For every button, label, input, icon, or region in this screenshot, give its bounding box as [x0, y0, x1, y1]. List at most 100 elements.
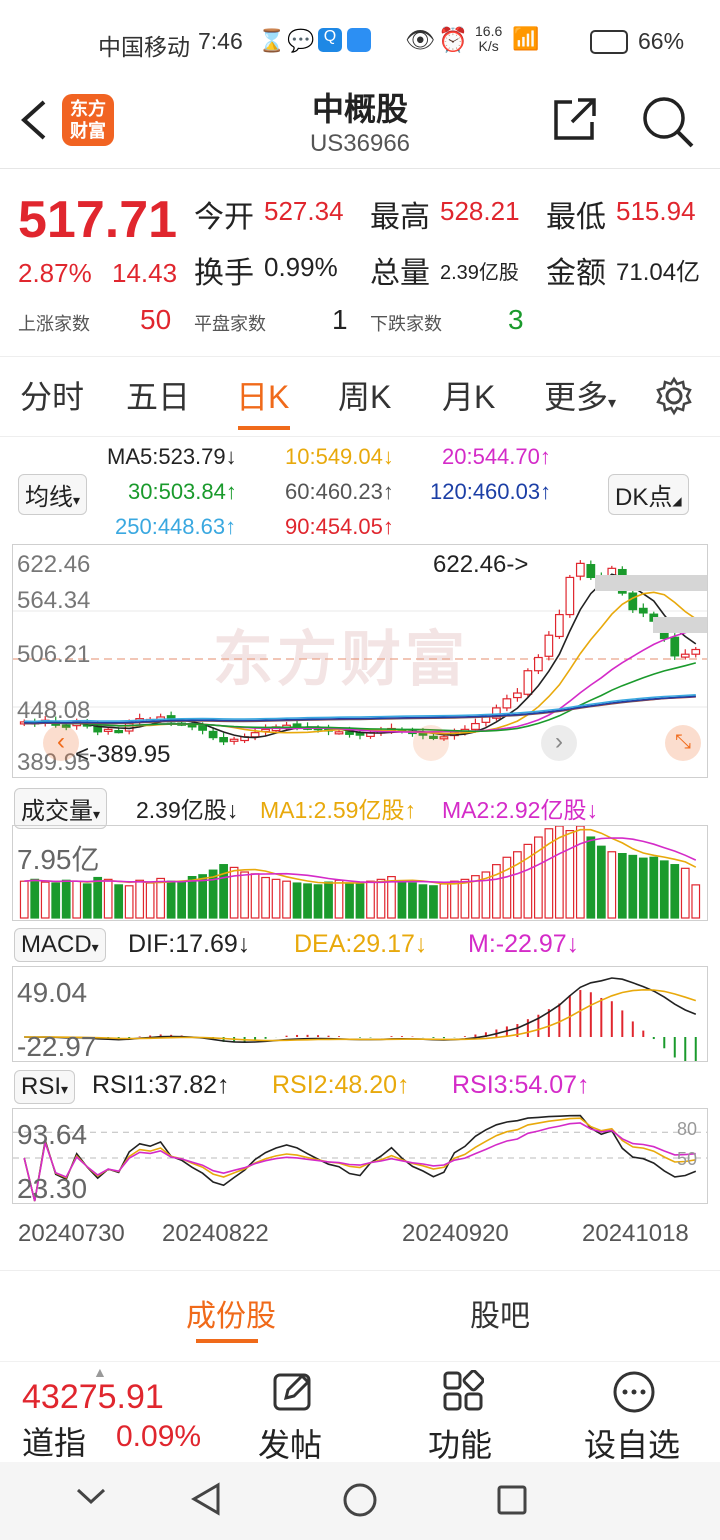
scroll-left-icon[interactable]: ‹ — [43, 725, 79, 761]
volume-bar — [439, 883, 449, 919]
dk-point-button[interactable]: DK点◢ — [608, 474, 689, 515]
volume-bar — [40, 881, 50, 919]
functions-label[interactable]: 功能 — [428, 1420, 492, 1466]
amount-label: 金额 — [546, 257, 606, 290]
page-subtitle: US36966 — [309, 130, 411, 157]
candle-body — [208, 730, 218, 739]
post-edit-icon[interactable] — [272, 1370, 314, 1412]
volume-bar — [282, 880, 291, 919]
volume-bar — [575, 826, 585, 919]
tab-forum[interactable]: 股吧 — [470, 1291, 530, 1335]
volume-bar — [93, 876, 103, 919]
candle-body — [670, 636, 680, 657]
system-nav-bar — [0, 1462, 720, 1540]
open-label: 今开 — [194, 201, 254, 234]
ma-dropdown[interactable]: 均线▾ — [18, 474, 88, 515]
volume-bar — [61, 879, 71, 919]
volume-bar — [691, 884, 701, 919]
settings-gear-icon[interactable] — [654, 376, 694, 416]
more-circle-icon[interactable] — [612, 1370, 656, 1414]
candle-body — [355, 732, 365, 736]
flat-count: 1 — [332, 304, 348, 335]
candle-body — [292, 723, 302, 727]
last-price: 517.71 — [18, 191, 178, 249]
ma120-line — [24, 695, 696, 724]
nav-down-icon[interactable] — [76, 1486, 106, 1506]
dropdown-triangle-icon: ▾ — [91, 939, 99, 955]
volume-bar — [187, 875, 197, 919]
nav-recents-icon[interactable] — [496, 1484, 528, 1516]
quote-panel: 517.71 2.87% 14.43 今开 527.34 最高 528.21 最… — [0, 170, 720, 357]
candle-body — [575, 562, 585, 577]
top-header: 东方 财富 中概股 US36966 — [0, 82, 720, 169]
index-name: 道指 — [22, 1425, 87, 1461]
volume-chart[interactable] — [13, 826, 707, 920]
volume-bar — [397, 880, 407, 919]
fullscreen-icon[interactable]: ⤡ — [665, 725, 701, 761]
low-value: 515.94 — [616, 196, 696, 226]
up-count: 50 — [140, 304, 172, 335]
date-label-4: 20241018 — [582, 1220, 689, 1247]
rsi-dropdown[interactable]: RSI▾ — [14, 1070, 76, 1104]
volume-panel[interactable]: 7.95亿 — [12, 825, 708, 921]
volume-dropdown[interactable]: 成交量▾ — [14, 788, 108, 829]
down-count-label: 下跌家数 — [370, 314, 442, 334]
volume-bar — [82, 883, 92, 919]
volume-bar — [334, 879, 344, 919]
tab-constituents[interactable]: 成份股 — [186, 1291, 276, 1335]
volume-bar — [166, 880, 176, 919]
turnover-label: 换手 — [194, 257, 254, 290]
nav-home-icon[interactable] — [342, 1482, 378, 1518]
rsi-chart[interactable] — [13, 1109, 707, 1203]
volume-bar — [670, 864, 680, 919]
ma60-value: 60:460.23↑ — [285, 479, 394, 504]
tab-more[interactable]: 更多▾ — [544, 372, 616, 418]
dk-zone — [595, 575, 707, 591]
tab-weekly-k[interactable]: 周K — [338, 372, 391, 418]
wechat-icon: 💬 — [287, 28, 315, 53]
macd-chart[interactable] — [13, 967, 707, 1061]
macd-panel[interactable]: 49.04 -22.97 — [12, 966, 708, 1062]
tab-daily-k[interactable]: 日K — [236, 372, 289, 418]
ma90-line — [24, 696, 696, 725]
scroll-right-icon[interactable]: › — [541, 725, 577, 761]
kline-panel[interactable]: 东方财富 622.46 564.34 506.21 448.08 389.95 … — [12, 544, 708, 778]
share-icon[interactable] — [552, 96, 598, 142]
volume-bar — [240, 871, 249, 919]
nav-back-icon[interactable] — [190, 1482, 222, 1516]
tab-intraday[interactable]: 分时 — [20, 372, 84, 418]
search-icon[interactable] — [640, 94, 694, 148]
candle-body — [502, 698, 512, 709]
page-title: 中概股 — [311, 91, 408, 127]
volume-bar — [51, 882, 61, 919]
macd-m: M:-22.97↓ — [468, 930, 580, 958]
candle-body — [544, 634, 554, 657]
volume-bar — [565, 829, 575, 919]
candle-body — [345, 731, 354, 735]
rsi-panel[interactable]: 93.64 23.30 80 50 — [12, 1108, 708, 1204]
macd-dropdown[interactable]: MACD▾ — [14, 928, 106, 962]
volume-bar — [408, 882, 417, 919]
candle-body — [565, 576, 575, 616]
tab-monthly-k[interactable]: 月K — [442, 372, 495, 418]
search-app-icon: Q — [318, 28, 342, 52]
candle-body — [523, 670, 533, 695]
volume-bar — [617, 853, 627, 919]
rsi1-value: RSI1:37.82↑ — [92, 1071, 230, 1099]
y-label-top: 622.46 — [17, 551, 91, 578]
add-favorite-label[interactable]: 设自选 — [584, 1420, 680, 1466]
functions-grid-icon[interactable] — [442, 1370, 484, 1412]
tab-five-day[interactable]: 五日 — [126, 372, 190, 418]
volume-bar — [513, 851, 522, 919]
post-label[interactable]: 发帖 — [258, 1420, 322, 1466]
volume-bar — [19, 880, 29, 919]
volume-bar — [313, 884, 323, 919]
volume-bar — [460, 878, 470, 919]
volume-bar — [324, 881, 333, 919]
candle-body — [628, 592, 638, 611]
volume-bar — [145, 882, 155, 919]
candle-body — [334, 731, 344, 735]
candle-body — [680, 653, 690, 658]
index-value[interactable]: 43275.91 — [22, 1378, 164, 1417]
candle-body — [114, 729, 124, 734]
